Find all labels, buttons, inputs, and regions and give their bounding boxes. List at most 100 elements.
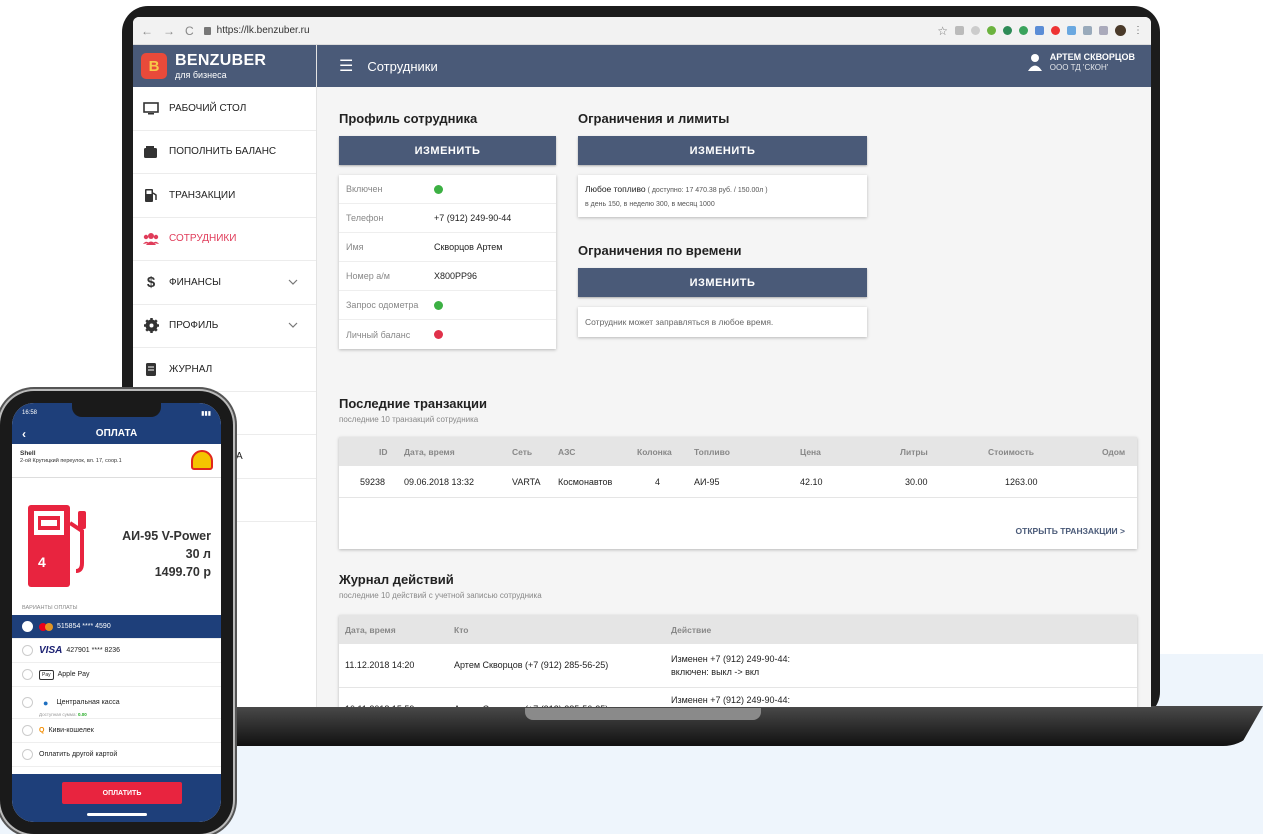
table-row: 10.11.2018 15:59 Артем Скворцов (+7 (912… [339,688,1137,707]
radio-icon[interactable] [22,749,33,760]
column-header[interactable]: ID [379,437,388,466]
payment-method-mastercard[interactable]: 515854 **** 4590 [12,615,221,639]
action-line: включен: выкл -> вкл [671,666,760,677]
web-app: B BENZUBER для бизнеса РАБОЧИЙ СТОЛ ПОПО… [133,45,1151,707]
pay-button[interactable]: ОПЛАТИТЬ [62,782,182,804]
action-line: Изменен +7 (912) 249-90-44: [671,653,791,664]
address-bar[interactable]: https://lk.benzuber.ru [203,25,310,36]
profile-label: Номер а/м [346,271,390,281]
radio-icon[interactable] [22,645,33,656]
url-text: https://lk.benzuber.ru [216,25,310,36]
wallet-icon: ● [43,697,49,708]
extension-icon[interactable] [1035,26,1044,35]
profile-value: +7 (912) 249-90-44 [434,213,512,223]
payment-method-label: 515854 **** 4590 [57,623,111,630]
extension-icon[interactable] [1019,26,1028,35]
profile-edit-button[interactable]: ИЗМЕНИТЬ [339,136,556,165]
profile-row-odometer: Запрос одометра [339,291,556,320]
forward-icon[interactable]: → [163,24,175,38]
extension-icon[interactable] [1083,26,1092,35]
payment-method-applepay[interactable]: Pay Apple Pay [12,663,221,687]
payment-method-qiwi[interactable]: Q Киви-кошелек [12,719,221,743]
journal-table: Дата, время Кто Действие 11.12.2018 14:2… [339,615,1137,707]
radio-icon[interactable] [22,725,33,736]
sidebar-item-label: ФИНАНСЫ [169,276,221,288]
station-name: Shell [20,450,36,457]
payment-method-visa[interactable]: VISA 427901 **** 8236 [12,639,221,663]
column-header[interactable]: Литры [900,437,928,466]
laptop-notch [525,708,761,720]
brand-name: BENZUBER [175,51,267,69]
browser-menu-icon[interactable]: ⋮ [1133,25,1143,36]
extension-icon[interactable] [1051,26,1060,35]
profile-value: Скворцов Артем [434,242,503,252]
available-amount: Доступная сумма: 0.00 [39,712,87,717]
table-cell: VARTA [512,476,541,487]
extension-icon[interactable] [1067,26,1076,35]
bookmark-star-icon[interactable]: ☆ [937,24,948,38]
open-transactions-link[interactable]: ОТКРЫТЬ ТРАНЗАКЦИИ > [1016,526,1125,536]
column-header[interactable]: Одом [1102,437,1125,466]
column-header[interactable]: Сеть [512,437,532,466]
table-cell: 1263.00 [1005,476,1038,487]
column-header[interactable]: Стоимость [988,437,1034,466]
profile-row-enabled: Включен [339,175,556,204]
users-icon [143,232,159,246]
profile-avatar-icon[interactable] [1115,25,1126,36]
payment-methods-list: 515854 **** 4590 VISA 427901 **** 8236 P… [12,615,221,767]
sidebar-item-label: ПОПОЛНИТЬ БАЛАНС [169,146,277,158]
table-cell: Артем Скворцов (+7 (912) 285-56-25) [454,688,608,707]
radio-checked-icon[interactable] [22,621,33,632]
back-icon[interactable]: ← [141,24,153,38]
table-cell: 4 [655,476,661,487]
column-header[interactable]: Колонка [637,437,672,466]
extension-icon[interactable] [955,26,964,35]
laptop-screen: ← → C https://lk.benzuber.ru ☆ ⋮ B BENZU… [133,17,1151,707]
time-limits-title: Ограничения по времени [578,243,742,258]
sidebar-item-employees[interactable]: СОТРУДНИКИ [133,218,316,261]
profile-label: Телефон [346,213,384,223]
wallet-icon [143,145,159,159]
time-limits-edit-button[interactable]: ИЗМЕНИТЬ [578,268,867,297]
profile-value: Х800РР96 [434,271,478,281]
radio-icon[interactable] [22,669,33,680]
sidebar-item-desktop[interactable]: РАБОЧИЙ СТОЛ [133,87,316,131]
payment-method-other[interactable]: Оплатить другой картой [12,743,221,767]
sidebar-item-finance[interactable]: $ ФИНАНСЫ [133,261,316,305]
extension-icon[interactable] [1099,26,1108,35]
extension-icon[interactable] [971,26,980,35]
profile-row-name: Имя Скворцов Артем [339,233,556,262]
column-header[interactable]: Топливо [694,437,730,466]
battery-icon: ▮▮▮ [201,410,211,417]
limits-edit-button[interactable]: ИЗМЕНИТЬ [578,136,867,165]
sidebar-item-transactions[interactable]: ТРАНЗАКЦИИ [133,174,316,218]
back-arrow-icon[interactable]: ‹ [22,427,26,441]
sidebar-item-label: ЖУРНАЛ [169,363,213,375]
brand-header[interactable]: B BENZUBER для бизнеса [133,45,316,87]
radio-icon[interactable] [22,697,33,708]
table-cell: Артем Скворцов (+7 (912) 285-56-25) [454,660,609,671]
column-header[interactable]: Действие [671,615,711,644]
sidebar-item-profile[interactable]: ПРОФИЛЬ [133,305,316,348]
sidebar-item-journal[interactable]: ЖУРНАЛ [133,348,316,392]
hamburger-menu-icon[interactable]: ☰ [339,56,353,76]
table-cell: 30.00 [905,476,928,487]
column-header[interactable]: Кто [454,615,468,644]
payment-method-central[interactable]: ● Центральная касса Доступная сумма: 0.0… [12,687,221,719]
profile-title: Профиль сотрудника [339,111,478,126]
phone-notch [72,403,161,417]
sidebar-item-label: РАБОЧИЙ СТОЛ [169,102,247,114]
user-menu[interactable]: АРТЕМ СКВОРЦОВ ООО ТД 'СКОН' [1027,52,1135,72]
column-header[interactable]: АЗС [558,437,575,466]
extension-icon[interactable] [987,26,996,35]
column-header[interactable]: Дата, время [345,615,396,644]
extension-icon[interactable] [1003,26,1012,35]
column-header[interactable]: Дата, время [404,437,455,466]
pay-bar: ОПЛАТИТЬ [12,774,221,822]
status-dot-green [434,184,443,194]
reload-icon[interactable]: C [185,24,194,38]
column-header[interactable]: Цена [800,437,821,466]
profile-label: Включен [346,184,383,194]
status-dot-red [434,330,443,339]
sidebar-item-topup[interactable]: ПОПОЛНИТЬ БАЛАНС [133,131,316,174]
